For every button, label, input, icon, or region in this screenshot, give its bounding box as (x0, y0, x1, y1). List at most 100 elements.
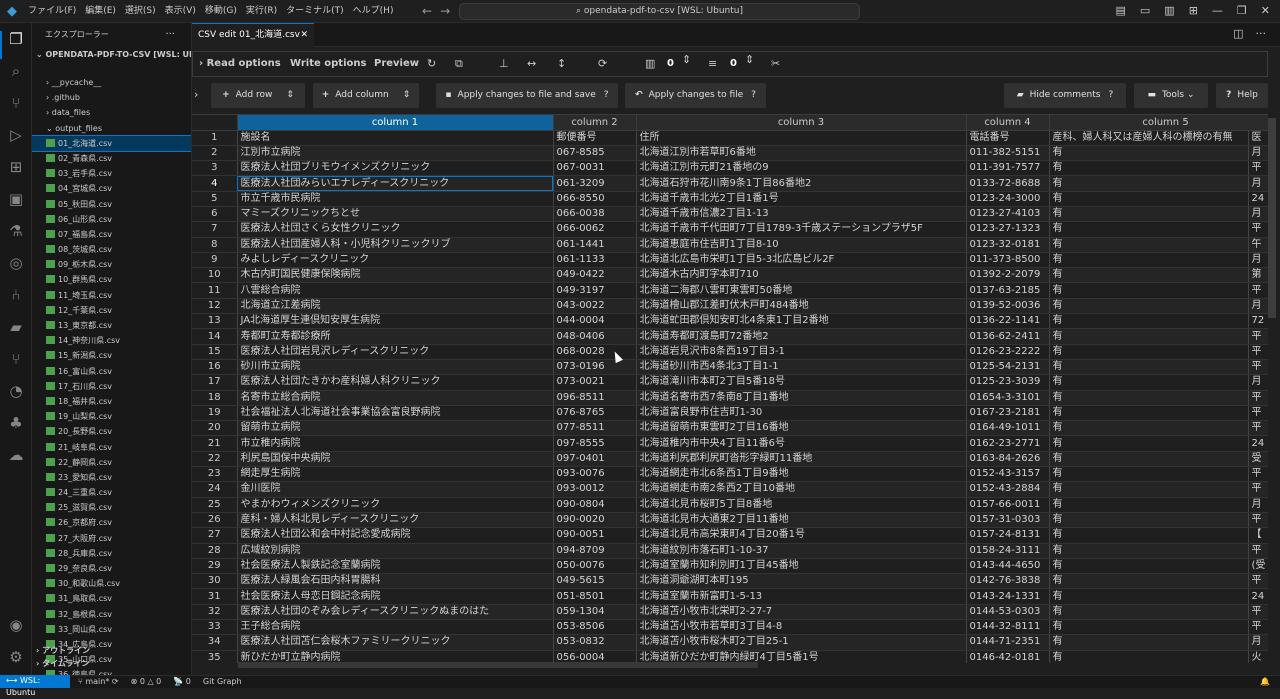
menu-item[interactable]: 表示(V) (165, 0, 196, 23)
table-cell[interactable]: 北海道北広島市栄町1丁目5-3北広島ビル2F (636, 252, 967, 269)
table-cell[interactable]: 医療法人緑風会石田内科胃腸科 (237, 573, 554, 590)
table-cell[interactable]: 0136-22-1141 (966, 313, 1050, 330)
file-tree-item[interactable]: 14_神奈川県.csv (32, 333, 191, 348)
table-cell[interactable]: 0157-31-0303 (966, 512, 1050, 529)
file-tree-item[interactable]: 13_東京都.csv (32, 318, 191, 333)
problems-status[interactable]: ⊗ 0 △ 0 (131, 676, 162, 688)
table-cell[interactable]: 北海道江別市元町21番地の9 (636, 160, 967, 177)
table-cell[interactable]: 市立稚内病院 (237, 435, 554, 452)
table-cell[interactable]: 寿都町立寿都診療所 (237, 328, 554, 345)
add-row-button[interactable]: + Add row ⇕ (211, 83, 305, 108)
table-cell[interactable]: 0152-43-2884 (966, 481, 1050, 498)
table-cell[interactable]: 有 (1049, 252, 1249, 269)
table-cell[interactable]: 0139-52-0036 (966, 298, 1050, 315)
table-cell[interactable]: 有 (1049, 344, 1249, 360)
forward-arrow-icon[interactable]: → (440, 4, 450, 18)
file-tree-item[interactable]: 33_岡山県.csv (32, 622, 191, 637)
timeline-section[interactable]: › タイムライン (32, 657, 192, 670)
table-cell[interactable]: 044-0004 (553, 313, 637, 330)
fixed-rows-icon[interactable]: ≡ (708, 57, 717, 70)
table-cell[interactable]: 24 (1248, 191, 1268, 207)
file-tree-item[interactable]: 03_岩手県.csv (32, 166, 191, 181)
table-cell[interactable]: 平 (1248, 160, 1268, 177)
table-cell[interactable]: 平 (1248, 466, 1268, 483)
table-cell[interactable]: 北海道苫小牧市若草町3丁目4-8 (636, 619, 967, 636)
table-cell[interactable]: 平 (1248, 481, 1268, 498)
table-cell[interactable]: 090-0804 (553, 497, 637, 513)
table-cell[interactable]: 0143-44-4650 (966, 558, 1050, 575)
table-cell[interactable]: 0144-71-2351 (966, 634, 1050, 651)
table-cell[interactable]: みよしレディースクリニック (237, 252, 554, 269)
file-tree-item[interactable]: 32_島根県.csv (32, 607, 191, 622)
search-icon[interactable]: ⌕ (6, 61, 26, 81)
table-cell[interactable]: 0126-23-2222 (966, 344, 1050, 360)
hide-comments-help-icon[interactable]: ? (1108, 90, 1113, 100)
table-cell[interactable]: 北海道利尻郡利尻町沓形字緑町11番地 (636, 451, 967, 468)
file-tree-item[interactable]: 25_滋賀県.csv (32, 500, 191, 515)
git-lens-icon[interactable]: ⑂ (6, 349, 26, 369)
table-cell[interactable]: 平 (1248, 221, 1268, 238)
table-cell[interactable]: 有 (1049, 619, 1249, 636)
table-cell[interactable]: 平 (1248, 390, 1268, 406)
table-cell[interactable]: 有 (1049, 481, 1249, 498)
table-cell[interactable]: 北海道二海郡八雲町東雲町50番地 (636, 282, 967, 299)
table-cell[interactable]: 名寄市立総合病院 (237, 390, 554, 406)
table-cell[interactable]: 066-0062 (553, 221, 637, 238)
table-cell[interactable]: 有 (1049, 145, 1249, 162)
table-cell[interactable]: 平 (1248, 604, 1268, 621)
file-tree-item[interactable]: 28_兵庫県.csv (32, 546, 191, 561)
toggle-sidebar-icon[interactable]: ▤ (1115, 4, 1125, 17)
table-cell[interactable]: 社会福祉法人北海道社会事業協会富良野病院 (237, 405, 554, 422)
copy-icon[interactable]: ⧉ (455, 57, 463, 71)
file-tree-item[interactable]: 20_長野県.csv (32, 424, 191, 439)
table-cell[interactable]: 平 (1248, 420, 1268, 437)
read-options-toggle[interactable]: › Read options (199, 52, 281, 76)
table-cell[interactable]: 第 (1248, 267, 1268, 284)
editor-more-icon[interactable]: ··· (1256, 27, 1267, 40)
menu-item[interactable]: 実行(R) (246, 0, 277, 23)
file-tree-item[interactable]: 12_千葉県.csv (32, 303, 191, 318)
table-cell[interactable]: やまかわウィメンズクリニック (237, 497, 554, 513)
table-cell[interactable]: 留萌市立病院 (237, 420, 554, 437)
table-cell[interactable]: 砂川市立病院 (237, 359, 554, 376)
file-tree-item[interactable]: 31_鳥取県.csv (32, 591, 191, 606)
table-cell[interactable]: 0136-62-2411 (966, 328, 1050, 345)
table-cell[interactable]: 平 (1248, 619, 1268, 636)
table-cell[interactable]: 24 (1248, 435, 1268, 452)
apply-help-icon[interactable]: ? (751, 90, 756, 100)
table-cell[interactable]: 月 (1248, 206, 1268, 223)
table-cell[interactable]: 月 (1248, 145, 1268, 162)
table-cell[interactable]: 048-0406 (553, 328, 637, 345)
table-cell[interactable]: 053-8506 (553, 619, 637, 636)
table-cell[interactable]: 金川医院 (237, 481, 554, 498)
table-cell[interactable]: 061-3209 (553, 175, 637, 192)
table-cell[interactable]: 059-1304 (553, 604, 637, 621)
file-tree-item[interactable]: 18_福井県.csv (32, 394, 191, 409)
toolbar-collapse-icon[interactable]: › (194, 88, 198, 101)
table-cell[interactable]: 076-8765 (553, 405, 637, 422)
vertical-scrollbar[interactable] (1268, 118, 1276, 318)
ports-status[interactable]: 📡 0 (173, 676, 191, 688)
file-tree-item[interactable]: 27_大阪府.csv (32, 531, 191, 546)
table-cell[interactable]: 住所 (636, 130, 967, 146)
file-tree-item[interactable]: 26_京都府.csv (32, 515, 191, 530)
table-cell[interactable]: 北海道苫小牧市桜木町2丁目25-1 (636, 634, 967, 651)
project-root[interactable]: ⌄ OPENDATA-PDF-TO-CSV [WSL: UBUNT... (32, 47, 191, 63)
table-cell[interactable]: 有 (1049, 237, 1249, 253)
preview-label[interactable]: Preview (374, 52, 419, 76)
table-cell[interactable]: 0142-76-3838 (966, 573, 1050, 590)
table-cell[interactable]: 北海道千歳市信濃2丁目1-13 (636, 206, 967, 223)
table-cell[interactable]: 有 (1049, 221, 1249, 238)
table-cell[interactable]: 広域紋別病院 (237, 543, 554, 559)
expand-rows-icon[interactable]: ↕ (557, 57, 566, 70)
toggle-secondary-sidebar-icon[interactable]: ▥ (1164, 4, 1174, 17)
table-cell[interactable]: 068-0028 (553, 344, 637, 360)
git-graph-icon[interactable]: ⑃ (6, 285, 26, 305)
table-cell[interactable]: 0157-66-0011 (966, 497, 1050, 513)
table-cell[interactable]: 096-8511 (553, 390, 637, 406)
table-cell[interactable]: 網走厚生病院 (237, 466, 554, 483)
table-cell[interactable]: 0164-49-1011 (966, 420, 1050, 437)
table-cell[interactable]: (受 (1248, 558, 1268, 575)
table-cell[interactable]: 月 (1248, 497, 1268, 513)
table-cell[interactable]: 北海道木古内町字本町710 (636, 267, 967, 284)
